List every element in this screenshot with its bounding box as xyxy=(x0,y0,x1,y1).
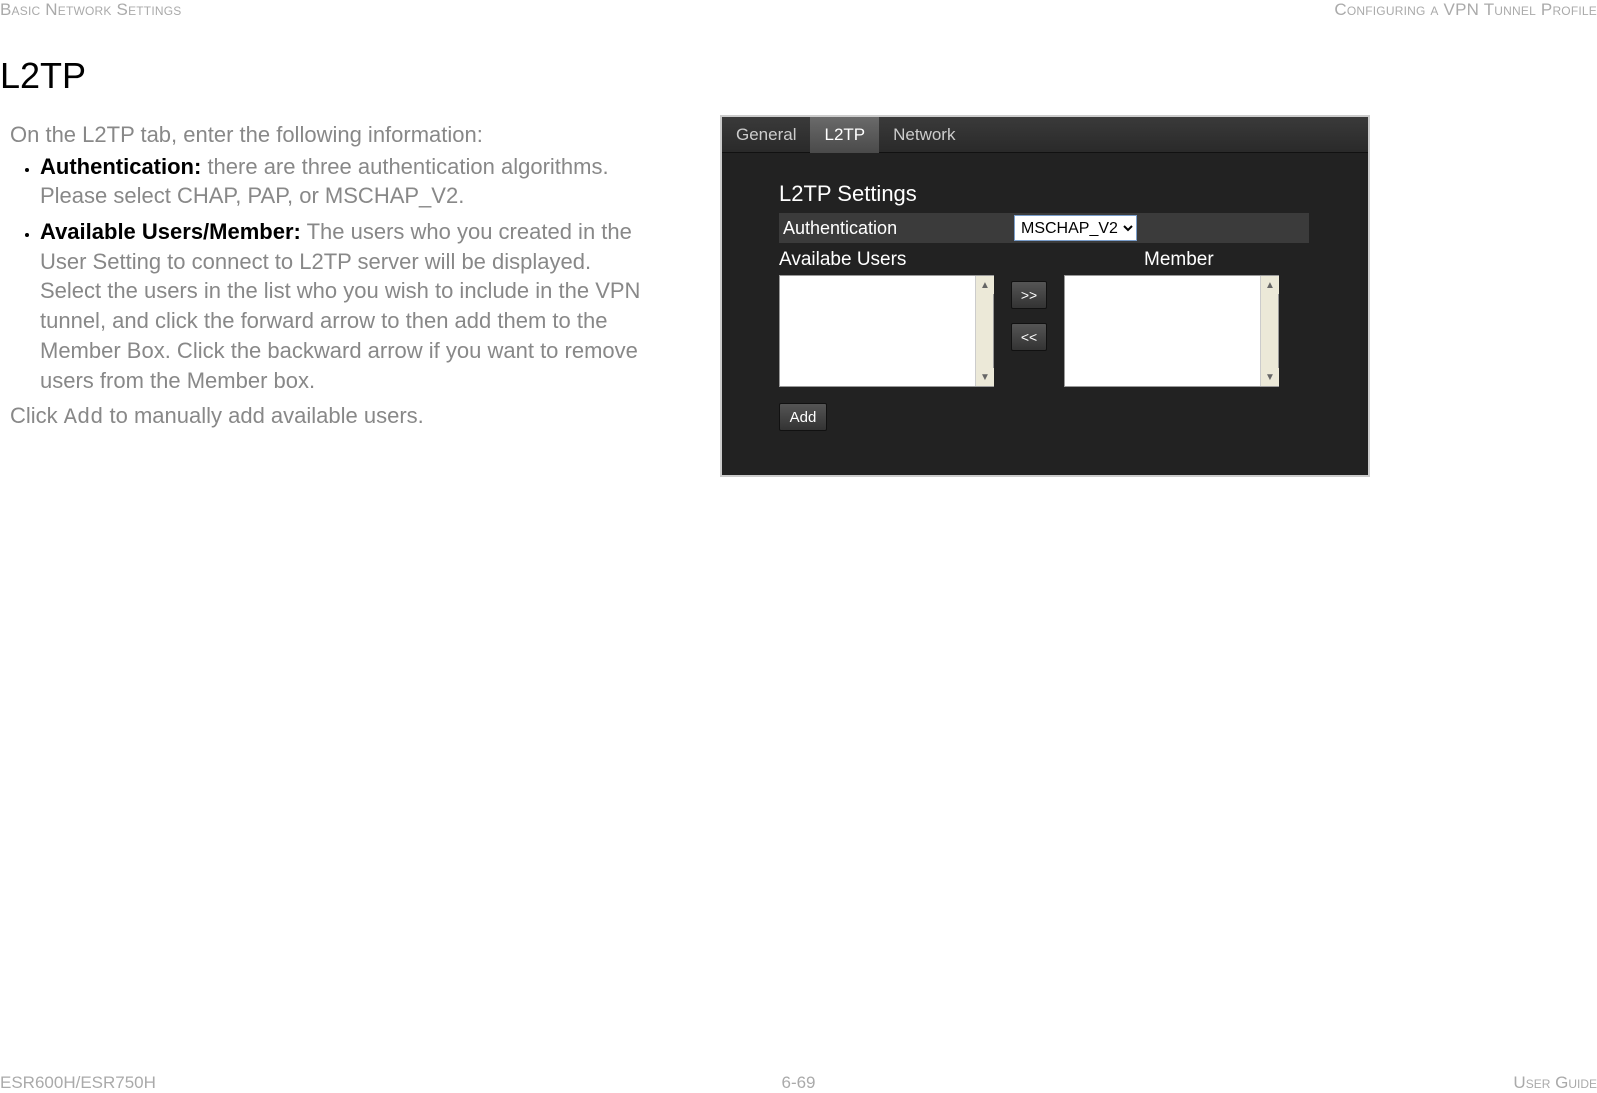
scroll-down-icon-2[interactable]: ▼ xyxy=(1261,368,1279,386)
header-left: Basic Network Settings xyxy=(0,0,181,20)
forward-arrow-button[interactable]: >> xyxy=(1011,281,1047,309)
intro-line: On the L2TP tab, enter the following inf… xyxy=(10,120,650,150)
scroll-up-icon-2[interactable]: ▲ xyxy=(1261,276,1279,294)
scroll-up-icon[interactable]: ▲ xyxy=(976,276,994,294)
footer-left: ESR600H/ESR750H xyxy=(0,1073,156,1093)
bullet-rest-1: The users who you created in the User Se… xyxy=(40,219,640,392)
columns-header: Availabe Users Member xyxy=(779,249,1339,271)
auth-row: Authentication CHAP PAP MSCHAP_V2 xyxy=(779,213,1309,243)
screenshot-panel: General L2TP Network L2TP Settings Authe… xyxy=(720,115,1370,477)
tab-network[interactable]: Network xyxy=(879,117,969,153)
member-listbox[interactable]: ▲ ▼ xyxy=(1064,275,1279,387)
auth-label: Authentication xyxy=(779,218,1014,239)
scroll-down-icon[interactable]: ▼ xyxy=(976,368,994,386)
bullet-available-users: Available Users/Member: The users who yo… xyxy=(40,217,650,395)
click-line: Click Add to manually add available user… xyxy=(10,401,650,433)
scroll-track-2[interactable] xyxy=(1261,294,1278,368)
tab-general[interactable]: General xyxy=(722,117,810,153)
section-title: L2TP Settings xyxy=(779,181,1368,207)
member-label: Member xyxy=(1144,249,1339,271)
instruction-text: On the L2TP tab, enter the following inf… xyxy=(10,115,650,477)
header-right: Configuring a VPN Tunnel Profile xyxy=(1334,0,1597,20)
footer-mid: 6-69 xyxy=(781,1073,815,1093)
footer-right: User Guide xyxy=(1513,1073,1597,1093)
auth-select[interactable]: CHAP PAP MSCHAP_V2 xyxy=(1014,215,1137,241)
tab-bar: General L2TP Network xyxy=(722,117,1368,153)
bullet-bold-1: Available Users/Member: xyxy=(40,219,301,244)
scroll-track[interactable] xyxy=(976,294,993,368)
click-pre: Click xyxy=(10,403,64,428)
backward-arrow-button[interactable]: << xyxy=(1011,323,1047,351)
available-users-listbox[interactable]: ▲ ▼ xyxy=(779,275,994,387)
available-users-label: Availabe Users xyxy=(779,249,1064,271)
click-mono: Add xyxy=(64,405,104,430)
tab-l2tp[interactable]: L2TP xyxy=(810,117,879,153)
add-button[interactable]: Add xyxy=(779,403,827,431)
click-post: to manually add available users. xyxy=(103,403,423,428)
scrollbar-2[interactable]: ▲ ▼ xyxy=(1260,276,1278,386)
scrollbar[interactable]: ▲ ▼ xyxy=(975,276,993,386)
bullet-authentication: Authentication: there are three authenti… xyxy=(40,152,650,211)
page-title: L2TP xyxy=(0,55,86,97)
bullet-bold-0: Authentication: xyxy=(40,154,201,179)
